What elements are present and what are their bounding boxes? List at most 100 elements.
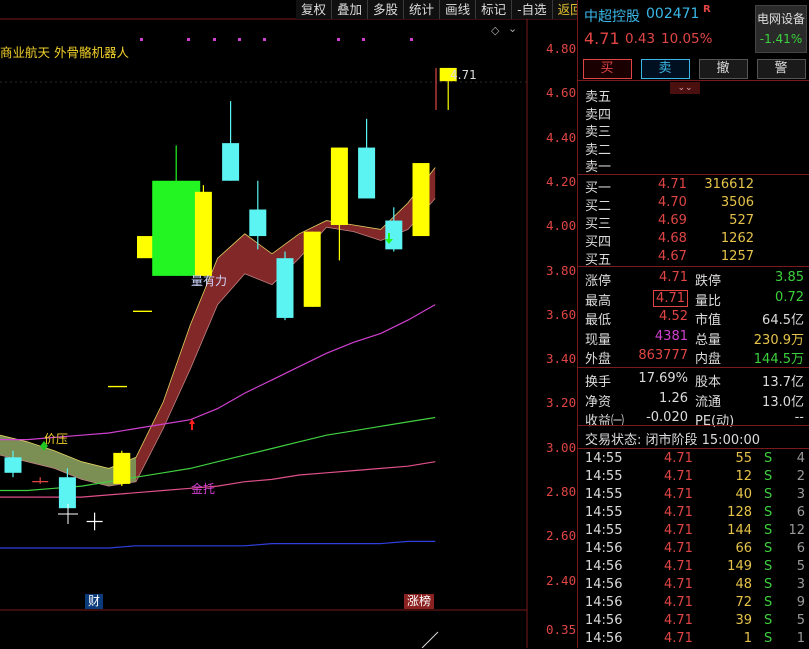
bid-volume: 316612 <box>704 177 754 192</box>
sector-change: -1.41% <box>759 32 803 46</box>
tick-time: 14:55 <box>585 505 623 520</box>
signal-dot <box>140 38 143 41</box>
tick-side: S <box>764 523 773 538</box>
stat-label: PE(动) <box>695 414 735 430</box>
price-change: 0.43 <box>625 31 656 47</box>
financial-report-tag[interactable]: 财 <box>85 594 104 609</box>
candle <box>113 452 131 484</box>
price-axis-label: 4.40 <box>546 129 577 145</box>
tick-count: 6 <box>796 541 805 556</box>
trade-buttons: 买 卖 撤 警 <box>578 58 809 81</box>
bid-price: 4.69 <box>658 213 687 228</box>
chart-toolbar: 复权 叠加 多股 统计 画线 标记 -自选 返回 <box>296 0 589 19</box>
diamond-icon[interactable]: ◇ <box>491 24 499 37</box>
stat-label: 股本 <box>695 375 722 390</box>
chevron-down-icon[interactable]: ⌄ <box>508 22 517 35</box>
candle <box>412 163 430 237</box>
toolbar-remove-watchlist-button[interactable]: -自选 <box>512 0 553 19</box>
tick-count: 6 <box>796 505 805 520</box>
stat-label: 现量 <box>585 332 612 348</box>
sub-axis-label: 0.35 <box>546 622 577 637</box>
toolbar-draw-line-button[interactable]: 画线 <box>440 0 477 19</box>
tick-side: S <box>764 541 773 556</box>
tick-time: 14:56 <box>585 613 623 628</box>
stat-label: 换手 <box>585 375 612 390</box>
stat-value: 144.5万 <box>753 352 804 368</box>
candle <box>330 147 348 225</box>
sector-name: 电网设备 <box>756 12 805 26</box>
tick-count: 12 <box>788 523 805 538</box>
toolbar-overlay-button[interactable]: 叠加 <box>332 0 369 19</box>
tick-count: 5 <box>796 613 805 628</box>
tick-volume: 39 <box>735 613 752 628</box>
bid-row[interactable]: 买三 4.69 527 <box>578 213 809 232</box>
tick-time: 14:56 <box>585 541 623 556</box>
tick-price: 4.71 <box>664 505 693 520</box>
collapse-chevron-icon[interactable]: ⌄⌄ <box>670 82 700 94</box>
stat-label: 跌停 <box>695 274 722 289</box>
stat-label: 涨停 <box>585 274 612 289</box>
price-axis-label: 3.20 <box>546 395 577 411</box>
toolbar-mark-button[interactable]: 标记 <box>476 0 513 19</box>
tick-volume: 48 <box>735 577 752 592</box>
stat-value: 17.69% <box>638 371 688 386</box>
tick-price: 4.71 <box>664 577 693 592</box>
stat-value: 13.7亿 <box>762 375 804 390</box>
signal-dot <box>187 38 190 41</box>
tick-row: 14:55 4.71 128 S 6 <box>578 505 809 523</box>
tick-row: 14:56 4.71 39 S 5 <box>578 613 809 631</box>
tick-count: 2 <box>796 469 805 484</box>
candlestick-chart[interactable] <box>0 0 577 648</box>
tick-side: S <box>764 487 773 502</box>
stat-value: 64.5亿 <box>762 313 804 329</box>
bid-price: 4.71 <box>658 177 687 192</box>
bid-row[interactable]: 买五 4.67 1257 <box>578 249 809 268</box>
tick-volume: 1 <box>743 631 752 646</box>
divider <box>578 174 809 175</box>
alert-button[interactable]: 警 <box>756 59 806 79</box>
stock-name: 中超控股 <box>584 9 640 25</box>
stat-value: 0.72 <box>775 289 804 305</box>
candle <box>276 258 294 318</box>
bid-row[interactable]: 买四 4.68 1262 <box>578 231 809 250</box>
stat-value: 3.85 <box>775 270 804 285</box>
tick-row: 14:55 4.71 144 S 12 <box>578 523 809 541</box>
bid-row[interactable]: 买二 4.70 3506 <box>578 195 809 214</box>
candle <box>4 457 22 473</box>
signal-dot <box>410 38 413 41</box>
candle <box>358 147 376 199</box>
tick-time: 14:55 <box>585 523 623 538</box>
tick-row: 14:55 4.71 12 S 2 <box>578 469 809 487</box>
tick-count: 1 <box>796 631 805 646</box>
price-change-pct: 10.05% <box>661 31 713 47</box>
tick-row: 14:56 4.71 48 S 3 <box>578 577 809 595</box>
quote-stat-row: 涨停 4.71 跌停 3.85 <box>578 270 809 289</box>
cancel-order-button[interactable]: 撤 <box>698 59 748 79</box>
bid-row[interactable]: 买一 4.71 316612 <box>578 177 809 196</box>
bid-price: 4.68 <box>658 231 687 246</box>
price-axis-label: 4.60 <box>546 85 577 101</box>
price-axis-label: 3.40 <box>546 351 577 367</box>
buy-button[interactable]: 买 <box>582 59 632 79</box>
tick-price: 4.71 <box>664 595 693 610</box>
margin-badge: R <box>703 4 711 15</box>
candle <box>152 180 201 276</box>
toolbar-stats-button[interactable]: 统计 <box>404 0 441 19</box>
toolbar-multi-stock-button[interactable]: 多股 <box>368 0 405 19</box>
stat-label: 内盘 <box>695 352 722 368</box>
candle <box>385 220 403 250</box>
stat-label: 量比 <box>695 293 722 309</box>
last-price-marker: 4.71 <box>450 68 477 82</box>
subchart-line <box>421 631 439 648</box>
tick-side: S <box>764 595 773 610</box>
sector-button[interactable]: 电网设备 -1.41% <box>755 5 807 53</box>
divider <box>578 448 809 449</box>
toolbar-fuquan-button[interactable]: 复权 <box>296 0 333 19</box>
top-gainers-tag[interactable]: 涨榜 <box>404 594 435 609</box>
tick-side: S <box>764 505 773 520</box>
price-axis-label: 2.40 <box>546 572 577 588</box>
tick-time: 14:56 <box>585 631 623 646</box>
tick-time: 14:56 <box>585 559 623 574</box>
sell-button[interactable]: 卖 <box>640 59 690 79</box>
ask-level-label: 卖三 <box>585 125 612 141</box>
